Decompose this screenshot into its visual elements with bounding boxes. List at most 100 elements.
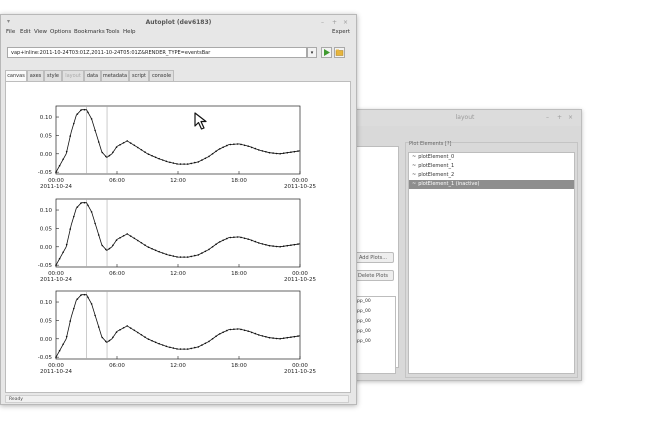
autoplot-titlebar[interactable]: ▾ Autoplot (dev6183) – + ×: [1, 15, 356, 29]
list-item[interactable]: pp_00: [353, 297, 395, 307]
data-point: [297, 243, 299, 245]
data-point: [119, 329, 121, 331]
data-point: [151, 248, 153, 250]
expert-menu[interactable]: Expert: [332, 29, 350, 35]
data-point: [165, 253, 168, 256]
tab-console[interactable]: console: [149, 70, 174, 81]
data-point: [58, 349, 61, 352]
plot-element-item-selected[interactable]: ~ plotElement_1 (inactive): [409, 180, 574, 189]
menu-bookmarks[interactable]: Bookmarks: [74, 29, 105, 35]
data-point: [108, 339, 111, 342]
autoplot-window: ▾ Autoplot (dev6183) – + × File Edit Vie…: [0, 14, 357, 405]
plot-elements-group: Plot Elements [?] ~ plotElement_0 ~ plotEl…: [405, 141, 578, 378]
menu-file[interactable]: File: [6, 29, 15, 35]
plots-svg[interactable]: 0.100.050.00-0.0500:002011-10-2406:00 12:…: [6, 82, 350, 392]
data-point: [115, 239, 118, 241]
minimize-icon[interactable]: –: [546, 114, 549, 121]
minimize-icon[interactable]: –: [321, 19, 324, 26]
data-point: [222, 239, 224, 241]
data-point: [275, 337, 278, 340]
data-point: [218, 241, 221, 243]
data-point: [176, 348, 178, 350]
data-point: [73, 122, 75, 125]
plot-list[interactable]: pp_00 pp_00 pp_00 pp_00 pp_00: [352, 296, 396, 374]
data-point: [133, 144, 136, 147]
data-point: [215, 335, 217, 337]
uri-input[interactable]: vap+inline:2011-10-24T03:01Z,2011-10-24T…: [7, 47, 307, 58]
data-point: [211, 246, 214, 248]
data-point: [112, 336, 114, 339]
data-point: [172, 162, 175, 164]
tab-canvas[interactable]: canvas: [5, 70, 27, 81]
uri-history-dropdown[interactable]: ▾: [307, 47, 317, 58]
list-item[interactable]: pp_00: [353, 337, 395, 347]
x-date-label: 2011-10-24: [40, 184, 72, 190]
data-point: [97, 141, 100, 143]
layout-titlebar[interactable]: layout – + ×: [349, 110, 581, 126]
data-point: [268, 244, 271, 247]
list-item[interactable]: pp_00: [353, 317, 395, 327]
data-point: [243, 329, 246, 332]
data-point: [190, 347, 192, 350]
data-point: [165, 345, 168, 348]
y-tick-label: 0.05: [40, 133, 53, 139]
maximize-icon[interactable]: +: [557, 114, 562, 121]
series-line: [55, 109, 301, 173]
plot-element-item[interactable]: ~ plotElement_2: [409, 171, 574, 180]
tab-style[interactable]: style: [44, 70, 62, 81]
data-point: [204, 342, 207, 345]
plot-element-item[interactable]: ~ plotElement_0: [409, 153, 574, 162]
browse-button[interactable]: [334, 47, 345, 58]
tab-data[interactable]: data: [84, 70, 101, 81]
data-point: [80, 202, 82, 204]
menu-help[interactable]: Help: [123, 29, 136, 35]
data-point: [144, 151, 146, 153]
go-button[interactable]: [321, 47, 332, 58]
data-point: [55, 264, 57, 266]
data-point: [275, 245, 278, 248]
line-plot-icon: ~: [412, 181, 417, 187]
data-point: [186, 163, 189, 165]
plot-canvas[interactable]: 0.10 0.05 0.00 -0.05 00:00 2011-10-24 06:00 12:…: [5, 81, 351, 393]
menu-edit[interactable]: Edit: [20, 29, 31, 35]
x-tick-label: 12:00: [170, 363, 186, 369]
data-point: [279, 337, 282, 340]
data-point: [183, 163, 185, 165]
data-point: [73, 215, 75, 218]
add-plots-button[interactable]: Add Plots...: [352, 252, 394, 263]
data-point: [272, 245, 274, 247]
data-point: [122, 235, 125, 237]
tab-layout[interactable]: layout: [62, 70, 84, 81]
data-point: [282, 152, 285, 154]
data-point: [101, 244, 104, 247]
tab-metadata[interactable]: metadata: [101, 70, 129, 81]
data-point: [247, 145, 249, 147]
data-point: [272, 152, 274, 154]
data-point: [69, 320, 71, 322]
tab-script[interactable]: script: [129, 70, 149, 81]
plot-elements-list[interactable]: ~ plotElement_0 ~ plotElement_1 ~ plotEleme…: [408, 152, 575, 374]
data-point: [101, 151, 104, 154]
y-tick-label: -0.05: [38, 170, 53, 176]
menu-tools[interactable]: Tools: [106, 29, 120, 35]
tab-axes[interactable]: axes: [27, 70, 44, 81]
menu-view[interactable]: View: [34, 29, 47, 35]
data-point: [229, 143, 232, 146]
data-point: [247, 330, 249, 332]
data-point: [194, 254, 196, 257]
plot-element-item[interactable]: ~ plotElement_1: [409, 162, 574, 171]
data-point: [254, 147, 257, 150]
x-date-label: 2011-10-25: [284, 369, 316, 375]
data-point: [97, 234, 100, 236]
menu-options[interactable]: Options: [50, 29, 71, 35]
list-item[interactable]: pp_00: [353, 307, 395, 317]
y-tick-label: -0.05: [38, 355, 53, 361]
data-point: [137, 146, 139, 149]
data-point: [268, 151, 271, 154]
close-icon[interactable]: ×: [343, 19, 348, 26]
close-icon[interactable]: ×: [568, 114, 573, 121]
data-point: [140, 149, 143, 151]
maximize-icon[interactable]: +: [332, 19, 337, 26]
delete-plots-button[interactable]: Delete Plots: [352, 270, 394, 281]
list-item[interactable]: pp_00: [353, 327, 395, 337]
